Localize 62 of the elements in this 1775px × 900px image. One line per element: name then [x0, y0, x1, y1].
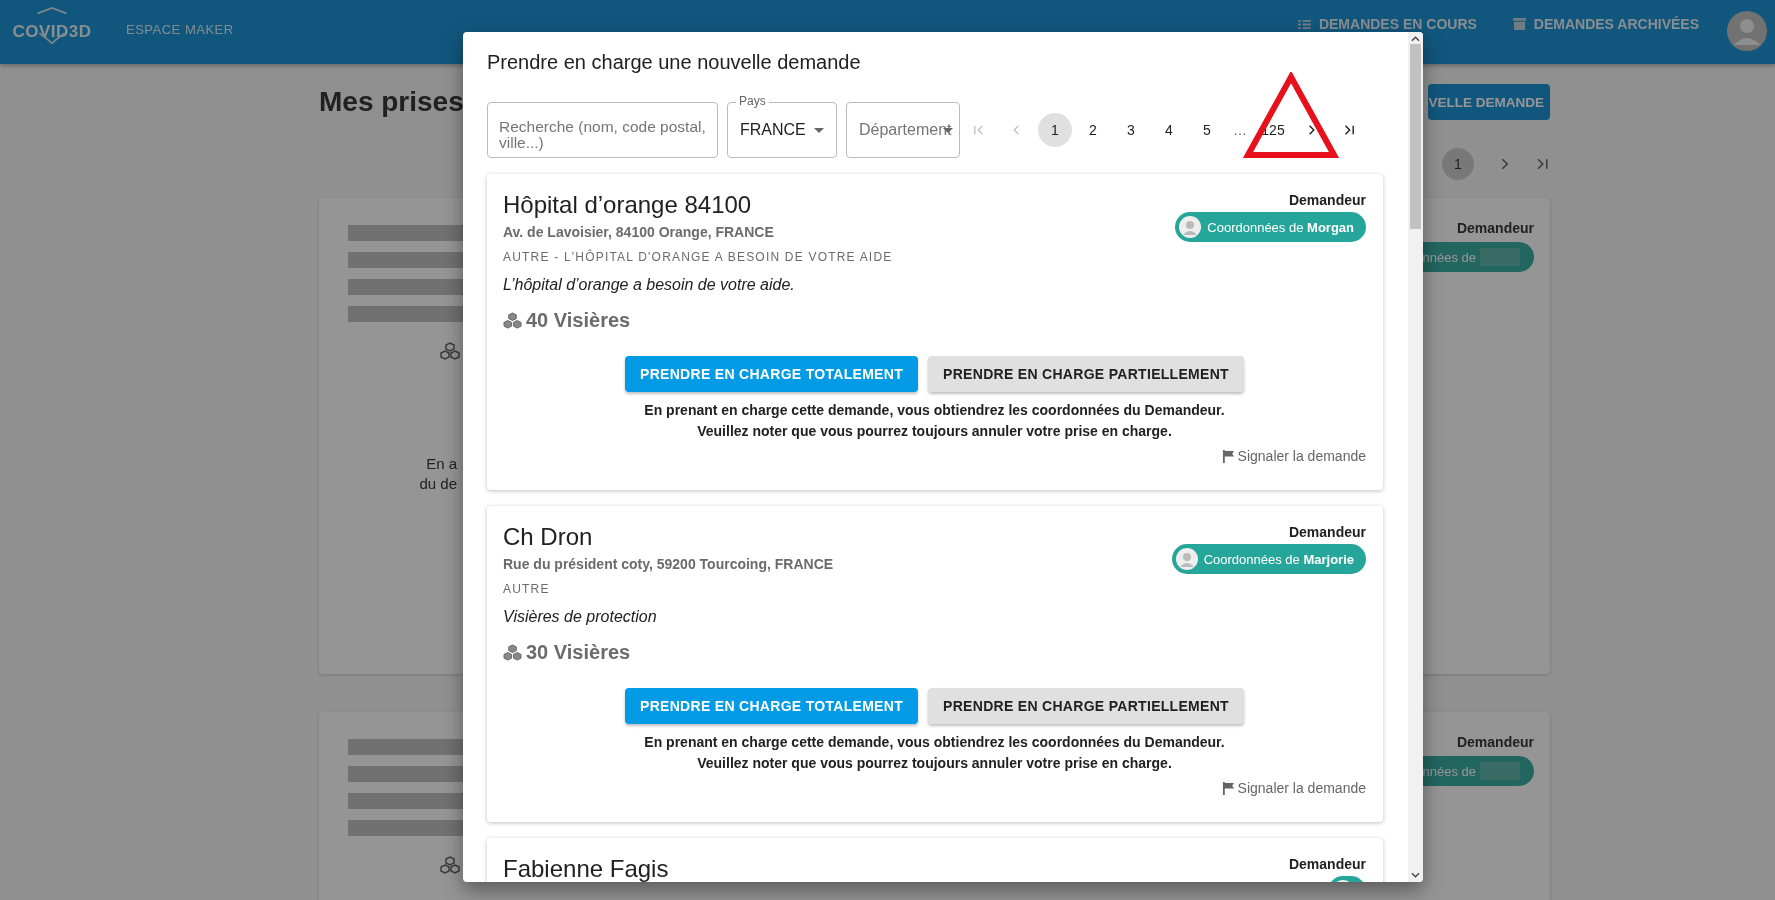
contact-chip[interactable]: Coordonnées de Morgan	[1175, 212, 1366, 242]
page-title: Mes prises	[319, 86, 464, 118]
caret-icon	[943, 128, 953, 133]
scroll-up-icon[interactable]	[1411, 36, 1420, 42]
flag-icon	[1221, 781, 1235, 795]
page-button[interactable]: 3	[1114, 113, 1148, 147]
request-quantity: 40 Visières	[526, 308, 631, 333]
report-link[interactable]: Signaler la demande	[1221, 778, 1366, 798]
search-field[interactable]: Recherche (nom, code postal, ville...)	[487, 102, 718, 158]
requester-label: Demandeur	[1288, 524, 1366, 540]
request-address: Rue du président coty, 59200 Tourcoing, FRANCE	[503, 555, 834, 574]
notice-text: En prenant en charge cette demande, vous obtiendrez les coordonnées du Demandeur.	[643, 733, 1226, 752]
scroll-down-icon[interactable]	[1411, 872, 1420, 878]
requester-label: Demandeur	[1288, 192, 1366, 208]
contact-chip[interactable]: Coordonnées de Marjorie	[1171, 544, 1366, 574]
take-full-button[interactable]: PRENDRE EN CHARGE TOTALEMENT	[625, 356, 919, 392]
request-category: AUTRE - L'HÔPITAL D'ORANGE A BESOIN DE VOTRE AIDE	[503, 248, 893, 266]
last-page-icon[interactable]	[1342, 123, 1356, 137]
list-icon	[1297, 18, 1311, 30]
section-label: ESPACE MAKER	[126, 22, 234, 37]
avatar-icon	[1175, 548, 1198, 570]
user-avatar[interactable]	[1727, 11, 1767, 51]
notice-text: En prenant en charge cette demande, vous obtiendrez les coordonnées du Demandeur.	[643, 401, 1226, 420]
new-request-button[interactable]: VELLE DEMANDE	[1428, 84, 1550, 120]
request-description: L’hôpital d’orange a besoin de votre aide.	[503, 275, 796, 295]
dialog-title: Prendre en charge une nouvelle demande	[487, 50, 862, 74]
archive-icon	[1512, 18, 1526, 30]
cubes-icon	[503, 643, 522, 661]
scrollbar[interactable]	[1408, 32, 1423, 882]
take-partial-button[interactable]: PRENDRE EN CHARGE PARTIELLEMENT	[928, 688, 1244, 724]
notice-text: Veuillez noter que vous pourrez toujours annuler votre prise en charge.	[696, 754, 1173, 773]
report-link[interactable]: Signaler la demande	[1221, 446, 1366, 466]
requester-label: Demandeur	[1456, 734, 1534, 750]
request-title: Ch Dron	[503, 522, 594, 552]
scrollbar-thumb[interactable]	[1410, 44, 1421, 229]
cubes-icon	[440, 856, 460, 874]
notice-text: Veuillez noter que vous pourrez toujours annuler votre prise en charge.	[696, 422, 1173, 441]
request-title: Fabienne Fagis	[503, 854, 669, 882]
avatar-icon	[1179, 216, 1202, 238]
requester-label: Demandeur	[1288, 856, 1366, 872]
department-select[interactable]: Département	[846, 102, 960, 158]
page-button[interactable]: 1	[1442, 148, 1474, 180]
page-button[interactable]: 5	[1190, 113, 1224, 147]
page-button[interactable]: 4	[1152, 113, 1186, 147]
cubes-icon	[503, 311, 522, 329]
page-ellipsis: …	[1232, 121, 1248, 140]
flag-icon	[1221, 449, 1235, 463]
request-address: Av. de Lavoisier, 84100 Orange, FRANCE	[503, 223, 775, 242]
card-text: du de	[418, 474, 457, 494]
page-button[interactable]: 1	[1038, 113, 1072, 147]
field-label: Pays	[736, 94, 769, 108]
request-title: Hôpital d’orange 84100	[503, 190, 753, 220]
card-text: En a	[425, 454, 457, 474]
request-description: Visières de protection	[503, 607, 658, 627]
page-button[interactable]: 2	[1076, 113, 1110, 147]
take-full-button[interactable]: PRENDRE EN CHARGE TOTALEMENT	[625, 688, 919, 724]
take-partial-button[interactable]: PRENDRE EN CHARGE PARTIELLEMENT	[928, 356, 1244, 392]
cubes-icon	[440, 342, 460, 360]
request-quantity: 30 Visières	[526, 640, 631, 665]
caret-icon	[814, 127, 824, 133]
requester-label: Demandeur	[1456, 220, 1534, 236]
request-category: AUTRE	[503, 581, 551, 598]
